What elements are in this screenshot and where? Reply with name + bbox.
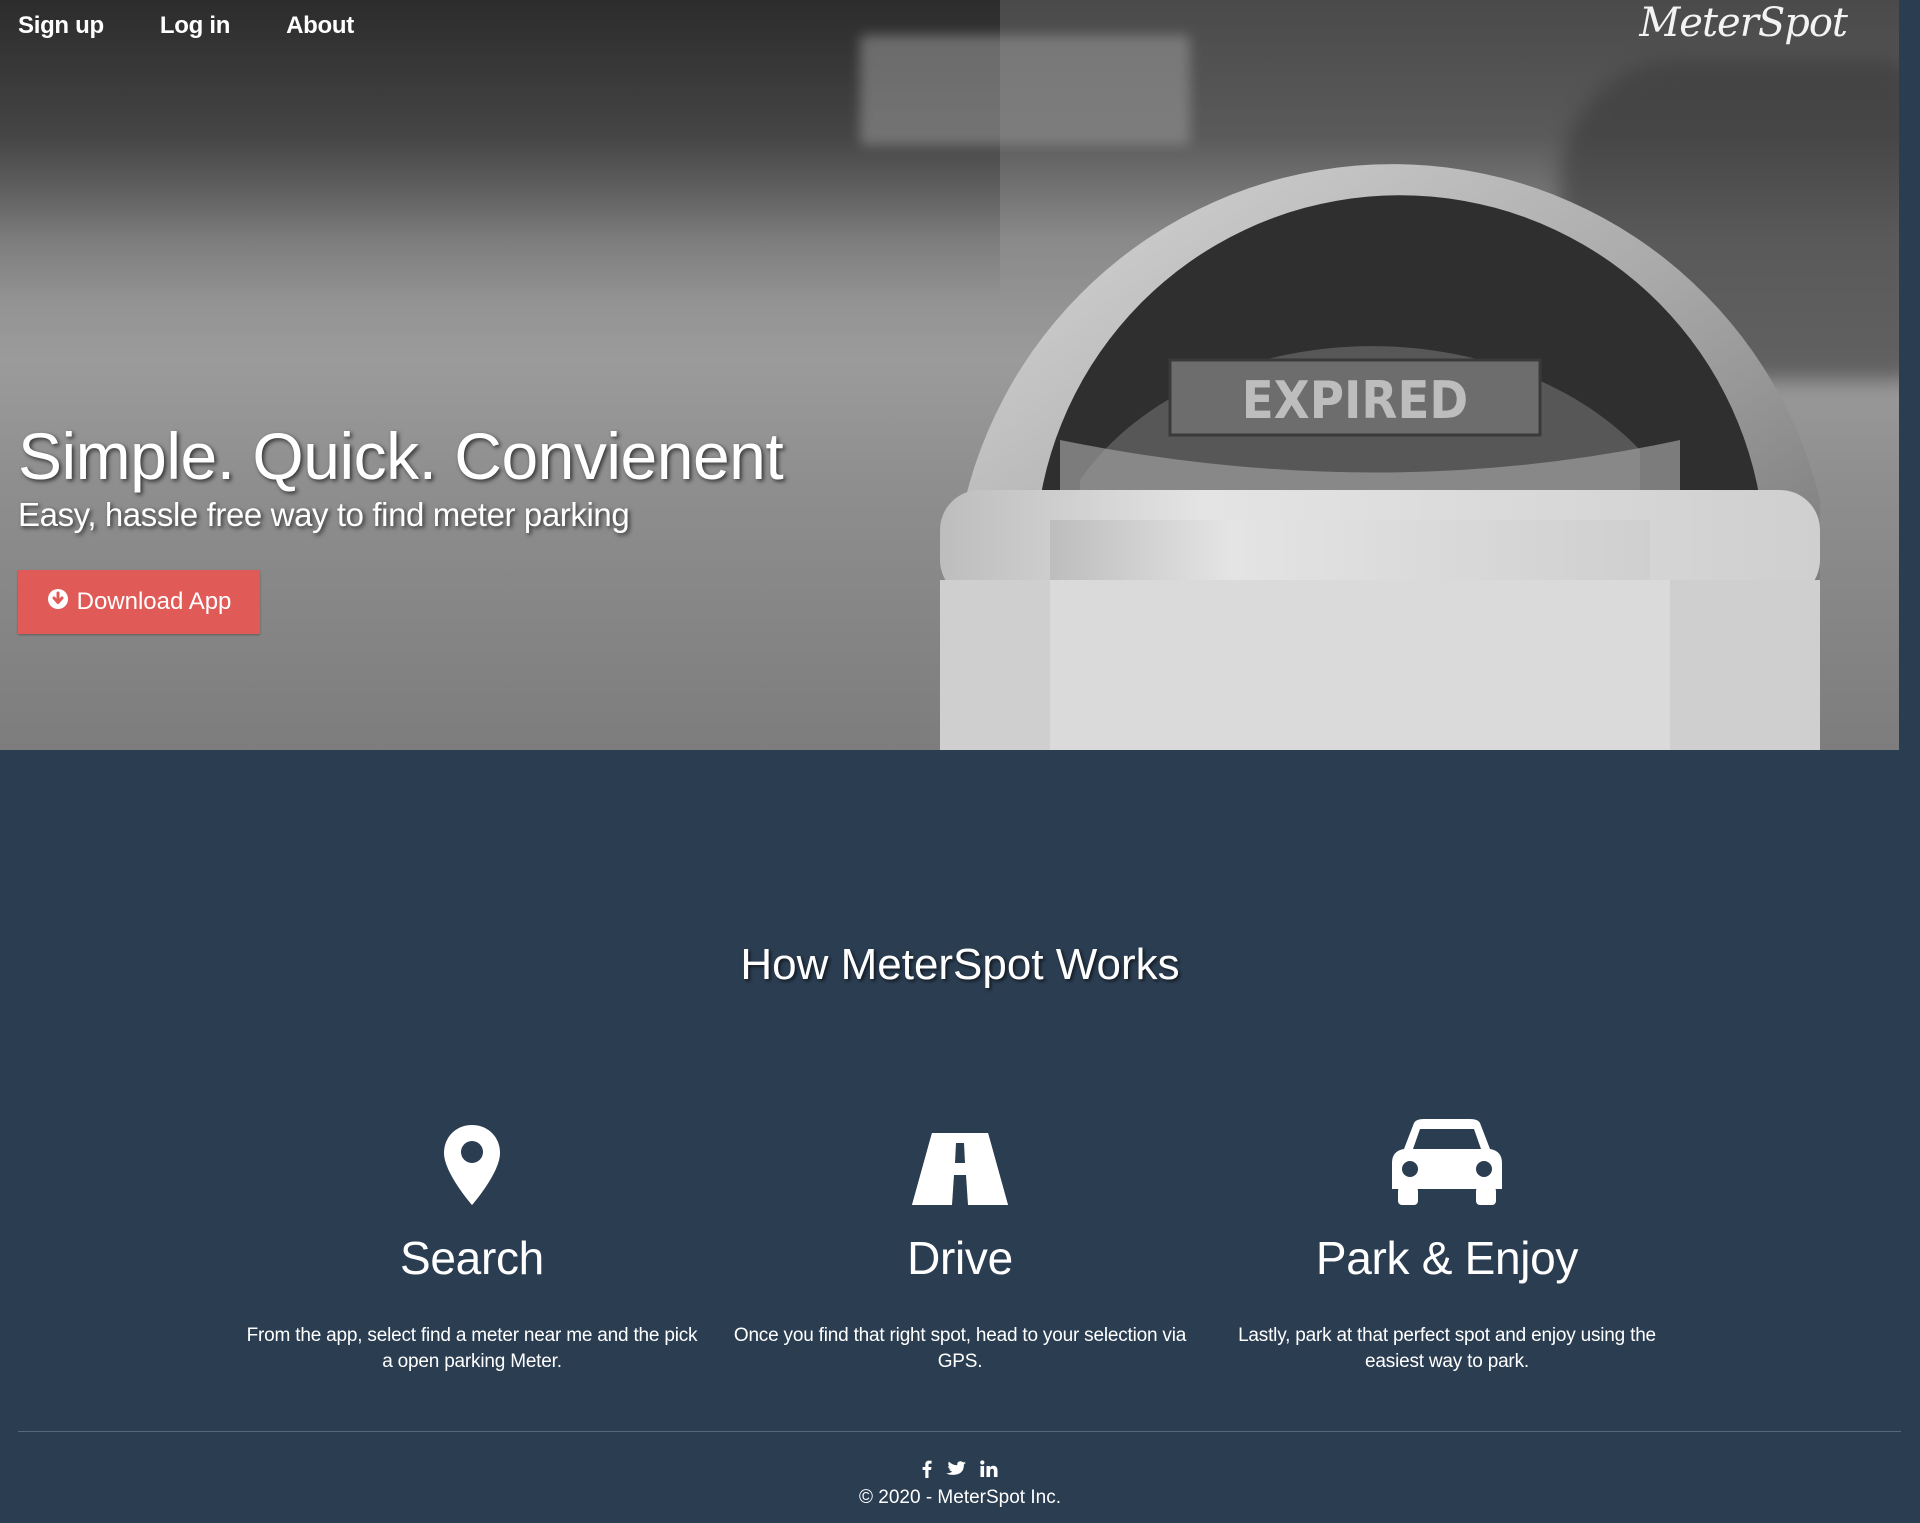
social-links: [0, 1460, 1920, 1478]
feature-text: Lastly, park at that perfect spot and en…: [1238, 1325, 1656, 1372]
road-icon: [730, 1115, 1190, 1205]
download-app-button[interactable]: Download App: [18, 570, 260, 634]
map-marker-icon: [242, 1115, 702, 1205]
feature-title: Park & Enjoy: [1315, 1232, 1579, 1284]
top-nav: Sign up Log in About: [0, 0, 392, 52]
feature-search: Search From the app, select find a meter…: [242, 1115, 702, 1375]
feature-title: Search: [400, 1232, 544, 1284]
expired-label: EXPIRED: [1242, 371, 1469, 431]
hero-title: Simple. Quick. Convienent: [18, 419, 784, 493]
arrow-circle-down-icon: [47, 588, 69, 617]
nav-sign-up[interactable]: Sign up: [18, 12, 104, 40]
download-app-label: Download App: [76, 588, 232, 615]
how-it-works-title: How MeterSpot Works: [740, 940, 1180, 989]
nav-about[interactable]: About: [286, 12, 354, 40]
linkedin-icon[interactable]: [980, 1460, 998, 1478]
feature-park: Park & Enjoy Lastly, park at that perfec…: [1217, 1115, 1677, 1375]
feature-text: From the app, select find a meter near m…: [246, 1325, 698, 1372]
twitter-icon[interactable]: [946, 1461, 966, 1477]
facebook-icon[interactable]: [922, 1460, 932, 1478]
copyright-text: © 2020 - MeterSpot Inc.: [859, 1487, 1061, 1508]
feature-drive: Drive Once you find that right spot, hea…: [730, 1115, 1190, 1375]
nav-log-in[interactable]: Log in: [160, 12, 230, 40]
parking-meter-image: EXPIRED: [940, 164, 1820, 750]
feature-title: Drive: [907, 1232, 1013, 1284]
car-icon: [1217, 1115, 1677, 1205]
hero-subtitle: Easy, hassle free way to find meter park…: [18, 496, 630, 533]
hero-section: EXPIRED Sign up Log in About MeterSpot S…: [0, 0, 1899, 750]
footer-divider: [18, 1431, 1901, 1432]
brand-logo[interactable]: MeterSpot: [1639, 0, 1848, 46]
feature-text: Once you find that right spot, head to y…: [733, 1325, 1187, 1372]
